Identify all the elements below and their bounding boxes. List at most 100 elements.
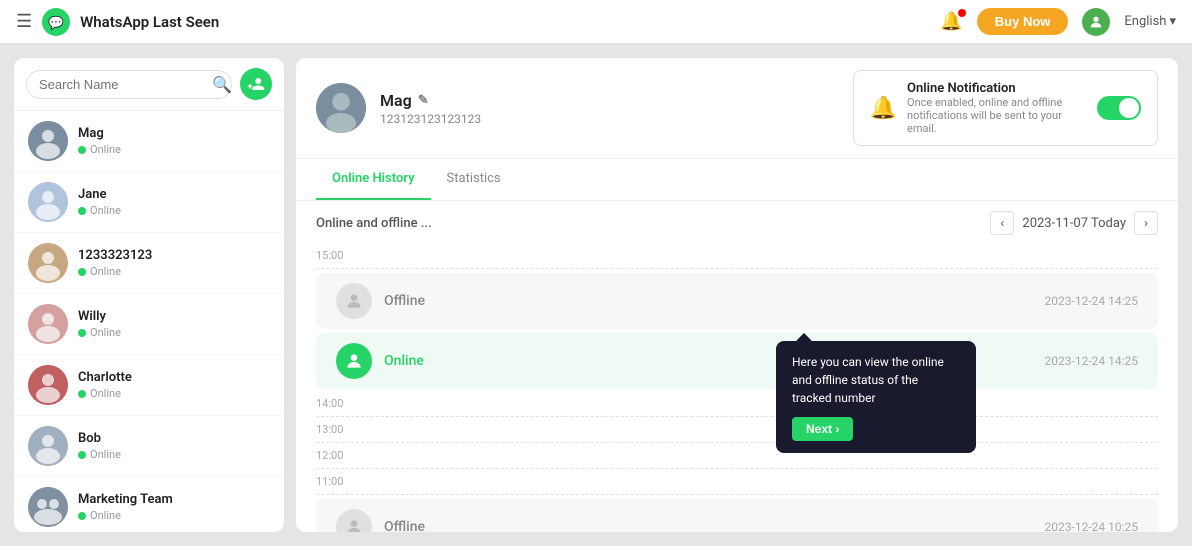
tabs: Online History Statistics	[296, 159, 1178, 201]
history-content: Online and offline ... ‹ 2023-11-07 Toda…	[296, 201, 1178, 532]
status-time-online-1: 2023-12-24 14:25	[1045, 354, 1138, 368]
whatsapp-logo: 💬	[42, 8, 70, 36]
menu-icon[interactable]: ☰	[16, 11, 32, 32]
status-time-offline-1: 2023-12-24 14:25	[1045, 294, 1138, 308]
status-dot-charlotte	[78, 390, 86, 398]
main-layout: 🔍 Mag Online	[0, 44, 1192, 546]
notification-description: Once enabled, online and offline notific…	[907, 96, 1087, 135]
contact-item-bob[interactable]: Bob Online	[14, 416, 284, 477]
status-label-offline-2: Offline	[384, 519, 1033, 532]
contact-item-marketing[interactable]: Marketing Team Online	[14, 477, 284, 532]
contact-status-charlotte: Online	[78, 387, 270, 400]
contact-status-mag: Online	[78, 143, 270, 156]
notification-title: Online Notification	[907, 81, 1087, 96]
contact-status-jane: Online	[78, 204, 270, 217]
contact-status-marketing: Online	[78, 509, 270, 522]
search-input[interactable]	[26, 70, 232, 99]
contact-name-bob: Bob	[78, 431, 270, 446]
time-label-1200: 12:00	[306, 445, 1168, 466]
offline-icon-2	[336, 509, 372, 532]
status-dot-bob	[78, 451, 86, 459]
status-dot-num	[78, 268, 86, 276]
timeline: 15:00 Offline 2023-12-24 14:25 Online	[296, 245, 1178, 532]
search-icon[interactable]: 🔍	[212, 75, 232, 94]
status-entry-offline-1: Offline 2023-12-24 14:25	[316, 273, 1158, 329]
add-contact-button[interactable]	[240, 68, 272, 100]
contact-list: Mag Online Jane Online	[14, 111, 284, 532]
topnav-right: 🔔 Buy Now English ▾	[940, 8, 1176, 36]
timeline-divider-4	[316, 468, 1158, 469]
contact-item-jane[interactable]: Jane Online	[14, 172, 284, 233]
notification-toggle[interactable]	[1097, 96, 1141, 120]
app-title: WhatsApp Last Seen	[80, 13, 219, 31]
notification-bell[interactable]: 🔔	[940, 11, 962, 32]
contact-status-willy: Online	[78, 326, 270, 339]
contact-info-mag: Mag Online	[78, 126, 270, 156]
contact-info-jane: Jane Online	[78, 187, 270, 217]
date-nav: ‹ 2023-11-07 Today ›	[990, 211, 1158, 235]
timeline-divider-2	[316, 416, 1158, 417]
notification-box: 🔔 Online Notification Once enabled, onli…	[853, 70, 1158, 146]
contact-item-charlotte[interactable]: Charlotte Online	[14, 355, 284, 416]
add-person-icon	[247, 75, 265, 93]
status-entry-online-1: Online 2023-12-24 14:25	[316, 333, 1158, 389]
timeline-divider-5	[316, 494, 1158, 495]
contact-avatar-jane	[28, 182, 68, 222]
notification-text: Online Notification Once enabled, online…	[907, 81, 1087, 135]
panel-header: Mag ✎ 123123123123123 🔔 Online Notificat…	[296, 58, 1178, 159]
history-section-title: Online and offline ...	[316, 216, 432, 231]
prev-date-button[interactable]: ‹	[990, 211, 1014, 235]
tooltip-overlay: Here you can view the online and offline…	[776, 341, 976, 453]
panel-user-name: Mag ✎	[380, 91, 839, 110]
panel-user-info: Mag ✎ 123123123123123	[380, 91, 839, 126]
contact-name-jane: Jane	[78, 187, 270, 202]
buy-now-button[interactable]: Buy Now	[977, 8, 1069, 35]
status-dot-willy	[78, 329, 86, 337]
status-time-offline-2: 2023-12-24 10:25	[1045, 520, 1138, 532]
sidebar-search-bar: 🔍	[14, 58, 284, 111]
contact-info-willy: Willy Online	[78, 309, 270, 339]
edit-icon[interactable]: ✎	[418, 93, 429, 108]
topnav-left: ☰ 💬 WhatsApp Last Seen	[16, 8, 219, 36]
contact-avatar-bob	[28, 426, 68, 466]
contact-name-charlotte: Charlotte	[78, 370, 270, 385]
next-date-button[interactable]: ›	[1134, 211, 1158, 235]
time-label-1300: 13:00	[306, 419, 1168, 440]
language-selector[interactable]: English ▾	[1124, 14, 1176, 29]
status-label-offline-1: Offline	[384, 293, 1033, 309]
tab-online-history[interactable]: Online History	[316, 159, 431, 200]
tab-statistics[interactable]: Statistics	[431, 159, 517, 200]
contact-avatar-mag	[28, 121, 68, 161]
date-label: 2023-11-07 Today	[1022, 216, 1126, 231]
contact-avatar-marketing	[28, 487, 68, 527]
contact-item-willy[interactable]: Willy Online	[14, 294, 284, 355]
user-avatar[interactable]	[1082, 8, 1110, 36]
tooltip-next-button[interactable]: Next ›	[792, 417, 853, 441]
status-dot-jane	[78, 207, 86, 215]
time-label-1500: 15:00	[306, 245, 1168, 266]
panel-user-phone: 123123123123123	[380, 112, 839, 126]
selected-contact-avatar	[316, 83, 366, 133]
contact-item-num[interactable]: 1233323123 Online	[14, 233, 284, 294]
notification-bell-icon: 🔔	[870, 96, 897, 121]
offline-icon-1	[336, 283, 372, 319]
main-panel: Mag ✎ 123123123123123 🔔 Online Notificat…	[296, 58, 1178, 532]
contact-status-bob: Online	[78, 448, 270, 461]
online-icon-1	[336, 343, 372, 379]
timeline-divider	[316, 268, 1158, 269]
contact-name-marketing: Marketing Team	[78, 492, 270, 507]
contact-name-willy: Willy	[78, 309, 270, 324]
time-label-1100: 11:00	[306, 471, 1168, 492]
contact-info-bob: Bob Online	[78, 431, 270, 461]
status-dot-marketing	[78, 512, 86, 520]
contact-item-mag[interactable]: Mag Online	[14, 111, 284, 172]
contact-info-num: 1233323123 Online	[78, 248, 270, 278]
contact-info-marketing: Marketing Team Online	[78, 492, 270, 522]
contact-name-mag: Mag	[78, 126, 270, 141]
sidebar: 🔍 Mag Online	[14, 58, 284, 532]
contact-info-charlotte: Charlotte Online	[78, 370, 270, 400]
contact-avatar-charlotte	[28, 365, 68, 405]
tooltip-text: Here you can view the online and offline…	[792, 353, 960, 407]
contact-name-num: 1233323123	[78, 248, 270, 263]
history-header: Online and offline ... ‹ 2023-11-07 Toda…	[296, 201, 1178, 245]
